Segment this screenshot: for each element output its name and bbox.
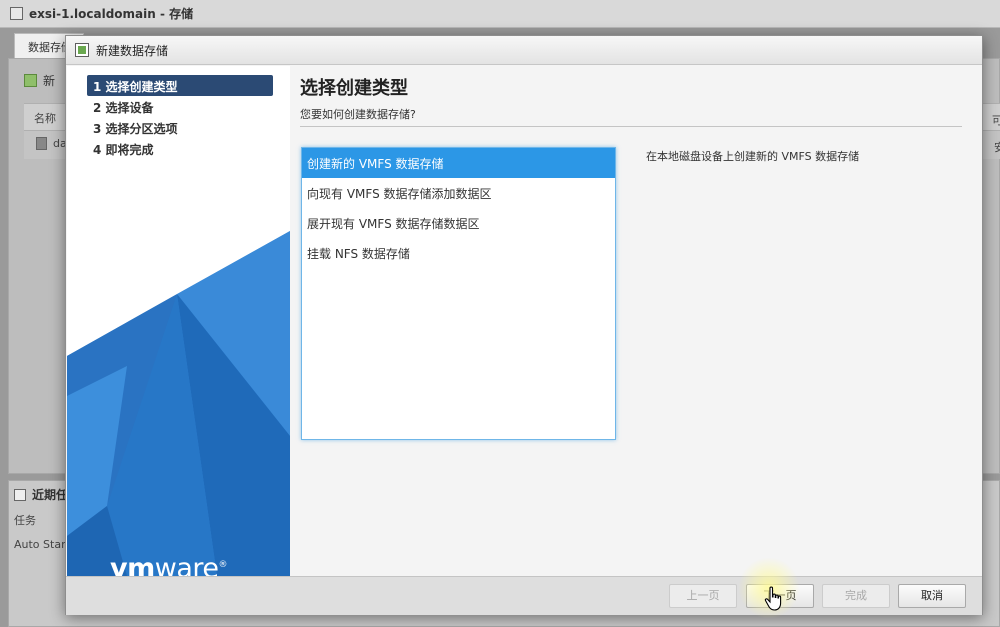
host-window-title: exsi-1.localdomain - 存储 [29, 7, 194, 21]
host-right-column-header: 可 [992, 114, 1000, 127]
new-datastore-dialog: 新建数据存储 1 选择创建类型 2 选择设备 3 选择分区选项 4 即将完成 v… [65, 35, 983, 619]
prev-button[interactable]: 上一页 [669, 584, 737, 608]
recent-tasks-title[interactable]: 近期任 [14, 486, 68, 503]
option-expand-extent[interactable]: 展开现有 VMFS 数据存储数据区 [302, 208, 615, 238]
finish-button[interactable]: 完成 [822, 584, 890, 608]
host-titlebar: exsi-1.localdomain - 存储 [0, 0, 1000, 28]
option-create-vmfs[interactable]: 创建新的 VMFS 数据存储 [302, 148, 615, 178]
wizard-step-4[interactable]: 4 即将完成 [87, 138, 273, 159]
option-mount-nfs[interactable]: 挂载 NFS 数据存储 [302, 238, 615, 268]
option-description: 在本地磁盘设备上创建新的 VMFS 数据存储 [646, 150, 860, 163]
new-datastore-toolbar-button[interactable]: 新 [24, 72, 55, 89]
vmware-logo: vmware® [110, 553, 227, 576]
page-subtitle: 您要如何创建数据存储? [300, 108, 416, 121]
toolbar-label: 新 [43, 74, 56, 88]
recent-tasks-column-task: 任务 [14, 514, 36, 527]
dialog-titlebar[interactable]: 新建数据存储 [66, 36, 982, 65]
option-add-extent[interactable]: 向现有 VMFS 数据存储添加数据区 [302, 178, 615, 208]
dialog-title: 新建数据存储 [96, 43, 169, 58]
creation-type-list[interactable]: 创建新的 VMFS 数据存储 向现有 VMFS 数据存储添加数据区 展开现有 V… [301, 147, 616, 440]
new-datastore-icon [75, 43, 89, 57]
wizard-step-1[interactable]: 1 选择创建类型 [87, 75, 273, 96]
wizard-content-header: 选择创建类型 您要如何创建数据存储? [300, 74, 962, 122]
next-button[interactable]: 下一页 [746, 584, 814, 608]
wizard-step-3[interactable]: 3 选择分区选项 [87, 117, 273, 138]
wizard-steps: 1 选择创建类型 2 选择设备 3 选择分区选项 4 即将完成 [87, 75, 273, 159]
storage-icon [10, 7, 23, 20]
page-title: 选择创建类型 [300, 78, 408, 99]
cancel-button[interactable]: 取消 [898, 584, 966, 608]
recent-task-row[interactable]: Auto Star [14, 538, 66, 551]
datastore-icon [36, 137, 47, 150]
column-name[interactable]: 名称 [34, 112, 56, 125]
host-right-column-cell: 安 [994, 141, 1000, 154]
tasks-icon [14, 488, 26, 501]
wizard-step-2[interactable]: 2 选择设备 [87, 96, 273, 117]
wizard-sidebar: 1 选择创建类型 2 选择设备 3 选择分区选项 4 即将完成 vmware® [67, 66, 290, 576]
header-divider [300, 126, 962, 127]
new-datastore-icon [24, 74, 37, 87]
